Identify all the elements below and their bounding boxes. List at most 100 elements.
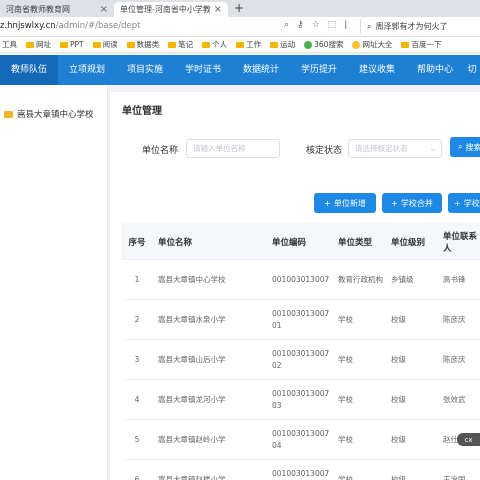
plus-icon: + (324, 198, 331, 208)
bookmark-link[interactable]: 百度一下 (401, 39, 441, 50)
browser-tab[interactable]: 河南省教师教育网 × (0, 2, 114, 17)
header-contact: 单位联系人 (443, 231, 478, 254)
url-host: z.hnjswlxy.cn (0, 21, 56, 31)
new-tab-button[interactable]: + (234, 1, 244, 15)
status-placeholder: 请选择核定状态 (355, 144, 408, 153)
nav-item-teachers[interactable]: 教师队伍 (0, 55, 58, 85)
org-tree-sidebar: 嵩县大章镇中心学校 (0, 85, 108, 480)
extension-icon[interactable]: ⬚ (328, 20, 337, 30)
plus-icon: + (391, 198, 398, 208)
status-label: 核定状态 (306, 146, 343, 156)
school-action-button[interactable]: + 学校 (448, 193, 480, 213)
tree-node-root[interactable]: 嵩县大章镇中心学校 (4, 108, 94, 120)
cell-contact: 陈彦庆 (443, 315, 466, 324)
cell-code: 00100301300703 (272, 389, 330, 410)
nav-item-suggestions[interactable]: 建议收集 (348, 55, 406, 85)
browser-tab-strip: 河南省教师教育网 × 单位管理-河南省中小学教师 × + (0, 0, 480, 17)
folder-icon (401, 41, 410, 48)
bookmark-label: 阅读 (102, 40, 118, 49)
header-level: 单位级别 (391, 237, 426, 248)
nav-item-degree[interactable]: 学历提升 (290, 55, 348, 85)
tree-node-label: 嵩县大章镇中心学校 (17, 110, 94, 120)
close-icon[interactable]: × (214, 4, 222, 15)
sidebar-search[interactable]: ⌕ 周泽郭有才为何火了 (360, 19, 480, 34)
chevron-down-icon: ⌄ (429, 144, 436, 153)
cell-contact: 张效武 (443, 395, 466, 404)
folder-icon (270, 41, 279, 48)
tab-title: 河南省教师教育网 (6, 5, 70, 14)
globe-icon (352, 40, 361, 49)
bookmark-folder[interactable]: 笔记 (168, 39, 193, 50)
folder-icon (92, 41, 101, 48)
address-bar: z.hnjswlxy.cn/admin/#/base/dept ⌕ ⚷ ☆ ⬚ … (0, 17, 480, 37)
cell-level: 校级 (391, 475, 406, 480)
unit-name-input[interactable]: 请输入单位名称 (186, 139, 280, 158)
bookmark-label: 网址大全 (362, 40, 393, 49)
table-row[interactable]: 1 嵩县大章镇中心学校 001003013007 教育行政机构 乡镇级 高书锋 (122, 260, 480, 300)
star-icon[interactable]: ☆ (312, 20, 320, 30)
search-button-label: 搜索 (465, 142, 480, 152)
nav-item-switch[interactable]: 切 (464, 55, 480, 85)
main-nav: 教师队伍 立项规划 项目实施 学时证书 数据统计 学历提升 建议收集 帮助中心 … (0, 55, 480, 85)
nav-item-help[interactable]: 帮助中心 (406, 55, 464, 85)
cell-code: 00100301300704 (272, 429, 330, 450)
add-unit-button[interactable]: + 单位新增 (314, 193, 376, 213)
cell-level: 校级 (391, 435, 406, 444)
bookmark-folder[interactable]: 工具 (2, 39, 17, 50)
table-row[interactable]: 2 嵩县大章镇水泉小学 00100301300701 学校 校级 陈彦庆 (122, 300, 480, 340)
bookmark-folder[interactable]: 网址 (26, 39, 51, 50)
close-icon[interactable]: × (100, 4, 108, 15)
bookmark-folder[interactable]: PPT (60, 40, 84, 49)
nav-item-planning[interactable]: 立项规划 (58, 55, 116, 85)
bookmark-label: 360搜索 (314, 40, 344, 49)
cell-type: 学校 (338, 355, 353, 364)
bookmark-label: 运动 (280, 40, 296, 49)
cell-seq: 5 (134, 435, 140, 444)
search-icon: ⌕ (367, 21, 372, 31)
bookmark-folder[interactable]: 个人 (202, 39, 227, 50)
sidebar-search-text: 周泽郭有才为何火了 (375, 22, 448, 31)
bookmark-folder[interactable]: 数据类 (126, 39, 159, 50)
header-seq: 序号 (128, 237, 146, 248)
search-button[interactable]: ⌕ 搜索 (450, 137, 480, 157)
bookmarks-bar: 工具 网址 PPT 阅读 数据类 笔记 个人 工作 运动 360搜索 网址大全 … (0, 37, 480, 53)
cell-level: 校级 (391, 315, 406, 324)
bookmark-folder[interactable]: 工作 (236, 39, 261, 50)
divider-icon: | (344, 20, 348, 30)
address-bar-icons: ⌕ ⚷ ☆ ⬚ | (284, 20, 347, 30)
table-row[interactable]: 4 嵩县大章镇龙河小学 00100301300703 学校 校级 张效武 (122, 380, 480, 420)
nav-item-certificates[interactable]: 学时证书 (174, 55, 232, 85)
bookmark-label: 百度一下 (411, 40, 442, 49)
bookmark-link[interactable]: 360搜索 (304, 39, 343, 50)
table-header: 序号 单位名称 单位编码 单位类型 单位级别 单位联系人 (122, 223, 480, 260)
360-icon (304, 40, 313, 49)
search-icon[interactable]: ⌕ (284, 20, 289, 30)
cell-contact: 王治国 (443, 475, 466, 480)
cell-seq: 1 (134, 275, 140, 284)
table-row[interactable]: 6 嵩县大章镇赵楼小学 00100301300705 学校 校级 王治国 (122, 460, 480, 480)
cell-name: 嵩县大章镇龙河小学 (158, 395, 226, 404)
cell-level: 校级 (391, 355, 406, 364)
table-row[interactable]: 3 嵩县大章镇山后小学 00100301300702 学校 校级 陈彦庆 (122, 340, 480, 380)
cell-type: 学校 (338, 475, 353, 480)
status-select[interactable]: 请选择核定状态 ⌄ (348, 139, 442, 158)
merge-school-button[interactable]: + 学校合并 (382, 193, 442, 213)
nav-item-projects[interactable]: 项目实施 (116, 55, 174, 85)
floating-badge[interactable]: cx (457, 433, 480, 446)
bookmark-folder[interactable]: 阅读 (92, 39, 118, 50)
cell-seq: 6 (134, 475, 140, 480)
bookmark-label: PPT (70, 40, 84, 49)
cell-name: 嵩县大章镇赵岭小学 (158, 435, 226, 444)
cell-level: 校级 (391, 395, 406, 404)
browser-tab-active[interactable]: 单位管理-河南省中小学教师 × (114, 2, 228, 17)
bookmark-label: 个人 (212, 40, 228, 49)
nav-item-statistics[interactable]: 数据统计 (232, 55, 290, 85)
bookmark-folder[interactable]: 运动 (270, 39, 295, 50)
header-code: 单位编码 (272, 237, 307, 248)
key-icon[interactable]: ⚷ (297, 20, 304, 30)
bookmark-label: 网址 (36, 40, 51, 49)
table-row[interactable]: 5 嵩县大章镇赵岭小学 00100301300704 学校 校级 赵仕敬 (122, 420, 480, 460)
cell-contact: 高书锋 (443, 275, 466, 284)
bookmark-link[interactable]: 网址大全 (352, 39, 392, 50)
url-field[interactable]: z.hnjswlxy.cn/admin/#/base/dept (0, 21, 140, 31)
